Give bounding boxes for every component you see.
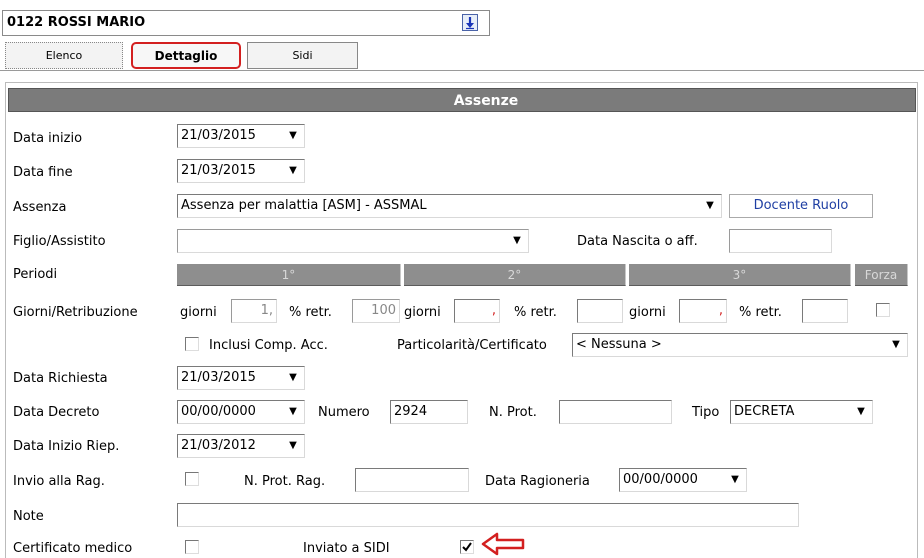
giorni-3-field[interactable]: ,	[679, 299, 727, 323]
label-giorni-2: giorni	[404, 305, 441, 320]
label-retr-2: % retr.	[514, 305, 557, 320]
tab-elenco[interactable]: Elenco	[5, 42, 123, 69]
label-particolarita: Particolarità/Certificato	[397, 338, 547, 353]
label-invio-rag: Invio alla Rag.	[13, 474, 105, 489]
label-periodi: Periodi	[13, 267, 58, 282]
label-giorni-3: giorni	[629, 305, 666, 320]
label-inviato-sidi: Inviato a SIDI	[303, 541, 390, 556]
label-retr-1: % retr.	[289, 305, 332, 320]
dropdown-arrow-icon[interactable]: ▼	[726, 471, 744, 489]
particolarita-select[interactable]: < Nessuna > ▼	[572, 333, 908, 357]
tab-dettaglio[interactable]: Dettaglio	[131, 42, 241, 69]
forza-checkbox[interactable]	[876, 303, 890, 317]
label-nprot: N. Prot.	[489, 405, 537, 420]
data-nascita-field[interactable]	[729, 229, 832, 253]
giorni-1-field[interactable]: 1,	[231, 299, 277, 323]
numero-field[interactable]: 2924	[390, 400, 468, 424]
label-assenza: Assenza	[13, 200, 67, 215]
record-selector[interactable]: 0122 ROSSI MARIO	[2, 10, 490, 36]
red-arrow-icon	[481, 532, 525, 556]
label-data-fine: Data fine	[13, 165, 73, 180]
data-inizio-riep-field[interactable]: 21/03/2012 ▼	[177, 434, 305, 458]
retr-3-field[interactable]	[802, 299, 848, 323]
record-title: 0122 ROSSI MARIO	[7, 15, 146, 30]
data-fine-field[interactable]: 21/03/2015 ▼	[177, 159, 305, 183]
dropdown-arrow-icon[interactable]: ▼	[701, 197, 719, 215]
section-title: Assenze	[453, 93, 519, 109]
label-tipo: Tipo	[692, 405, 720, 420]
nprot-field[interactable]	[559, 400, 672, 424]
section-bar: Assenze	[8, 88, 916, 112]
data-inizio-field[interactable]: 21/03/2015 ▼	[177, 124, 305, 148]
checkmark-icon	[462, 542, 472, 552]
giorni-2-field[interactable]: ,	[454, 299, 500, 323]
dropdown-arrow-icon[interactable]: ▼	[284, 127, 302, 145]
role-badge: Docente Ruolo	[729, 194, 873, 218]
label-data-decreto: Data Decreto	[13, 405, 100, 420]
label-certificato: Certificato medico	[13, 541, 133, 556]
label-data-nascita: Data Nascita o aff.	[577, 234, 698, 249]
label-data-richiesta: Data Richiesta	[13, 371, 108, 386]
label-numero: Numero	[318, 405, 370, 420]
label-note: Note	[13, 509, 44, 524]
dropdown-arrow-icon[interactable]: ▼	[284, 437, 302, 455]
period-2-header[interactable]: 2°	[404, 264, 626, 286]
label-data-ragioneria: Data Ragioneria	[485, 474, 590, 489]
forza-button[interactable]: Forza	[855, 264, 908, 286]
invio-rag-checkbox[interactable]	[185, 472, 199, 486]
data-richiesta-field[interactable]: 21/03/2015 ▼	[177, 366, 305, 390]
down-arrow-icon[interactable]	[462, 14, 478, 31]
label-data-inizio: Data inizio	[13, 131, 83, 146]
data-ragioneria-field[interactable]: 00/00/0000 ▼	[619, 468, 747, 492]
dropdown-arrow-icon[interactable]: ▼	[887, 336, 905, 354]
dropdown-arrow-icon[interactable]: ▼	[284, 403, 302, 421]
label-nprot-rag: N. Prot. Rag.	[244, 474, 326, 489]
label-data-inizio-riep: Data Inizio Riep.	[13, 439, 120, 454]
tab-baseline	[0, 70, 924, 71]
top-area	[0, 0, 924, 10]
data-decreto-field[interactable]: 00/00/0000 ▼	[177, 400, 305, 424]
retr-2-field[interactable]	[577, 299, 623, 323]
inclusi-checkbox[interactable]	[185, 337, 199, 351]
figlio-select[interactable]: ▼	[177, 229, 529, 253]
tab-sidi[interactable]: Sidi	[247, 42, 358, 69]
certificato-checkbox[interactable]	[185, 540, 199, 554]
label-figlio: Figlio/Assistito	[13, 234, 106, 249]
dropdown-arrow-icon[interactable]: ▼	[852, 403, 870, 421]
period-3-header[interactable]: 3°	[629, 264, 851, 286]
retr-1-field[interactable]: 100	[352, 299, 400, 323]
label-giorni-retribuzione: Giorni/Retribuzione	[13, 305, 138, 320]
label-retr-3: % retr.	[739, 305, 782, 320]
label-inclusi: Inclusi Comp. Acc.	[209, 338, 328, 353]
note-field[interactable]	[177, 503, 799, 527]
nprot-rag-field[interactable]	[355, 468, 469, 492]
dropdown-arrow-icon[interactable]: ▼	[284, 369, 302, 387]
assenza-select[interactable]: Assenza per malattia [ASM] - ASSMAL ▼	[177, 194, 722, 218]
tipo-select[interactable]: DECRETA ▼	[730, 400, 873, 424]
inviato-sidi-checkbox[interactable]	[460, 540, 474, 554]
label-giorni-1: giorni	[180, 305, 217, 320]
dropdown-arrow-icon[interactable]: ▼	[284, 162, 302, 180]
period-1-header[interactable]: 1°	[177, 264, 401, 286]
dropdown-arrow-icon[interactable]: ▼	[508, 232, 526, 250]
